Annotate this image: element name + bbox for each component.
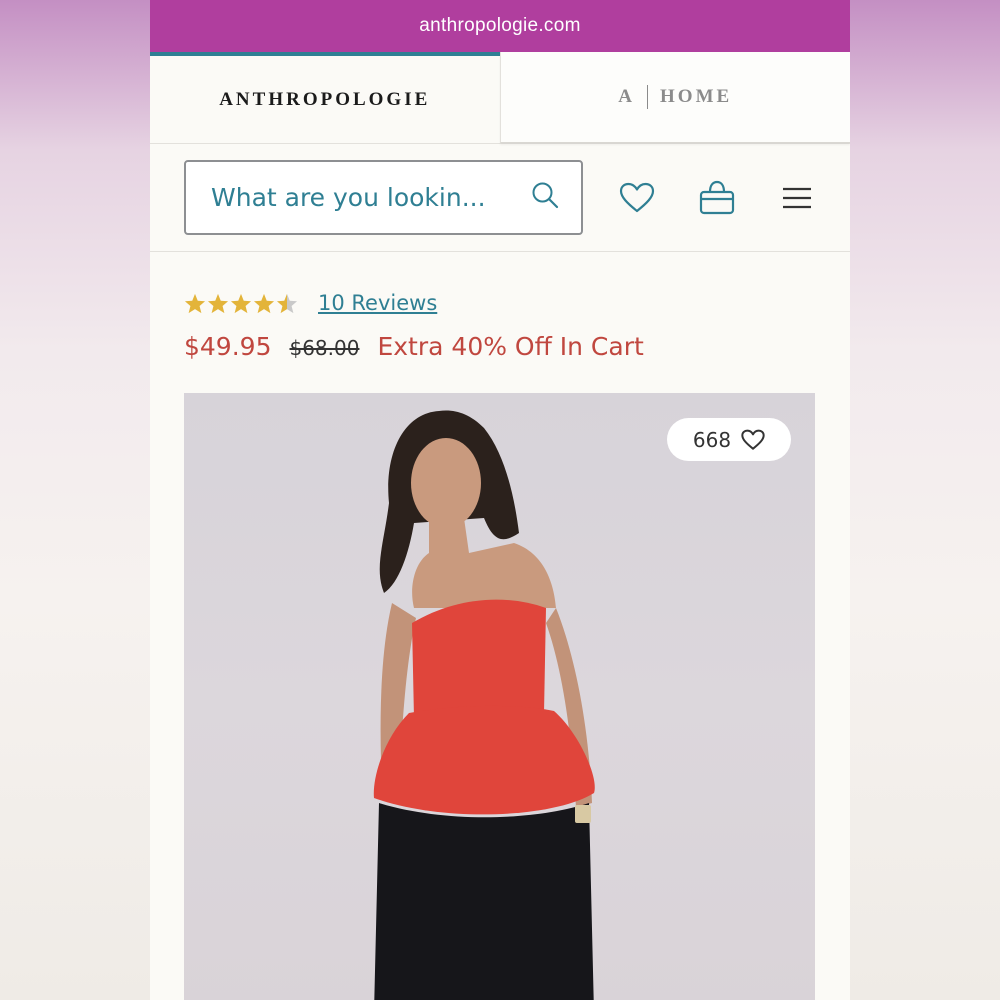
tab-home-label: HOME	[660, 86, 733, 107]
star-icon	[230, 293, 252, 313]
star-icon	[207, 293, 229, 313]
original-price: $68.00	[289, 336, 360, 360]
search-input[interactable]	[211, 183, 531, 212]
heart-icon[interactable]	[617, 178, 657, 218]
tab-anthropologie[interactable]: ANTHROPOLOGIE	[150, 52, 500, 143]
half-star-icon	[276, 293, 298, 313]
tab-a-label: A	[618, 86, 636, 107]
promo-text: Extra 40% Off In Cart	[377, 332, 644, 361]
tab-anthropologie-label: ANTHROPOLOGIE	[219, 88, 431, 110]
search-icon[interactable]	[531, 181, 559, 214]
menu-icon[interactable]	[777, 178, 817, 218]
url-bar[interactable]: anthropologie.com	[150, 0, 850, 52]
heart-outline-icon	[741, 429, 765, 450]
star-icon	[184, 293, 206, 313]
model-photo	[373, 410, 595, 1000]
like-count: 668	[692, 427, 732, 452]
brand-tabs: ANTHROPOLOGIE A HOME	[150, 52, 850, 144]
search-box[interactable]	[184, 160, 583, 235]
product-image[interactable]: 668	[184, 393, 815, 1000]
background-left	[0, 0, 150, 1000]
reviews-link[interactable]: 10 Reviews	[318, 291, 437, 315]
sale-price: $49.95	[184, 332, 272, 361]
url-text: anthropologie.com	[419, 15, 581, 36]
header-row	[150, 144, 850, 252]
like-pill[interactable]: 668	[667, 418, 791, 461]
shopping-bag-icon[interactable]	[697, 178, 737, 218]
price-row: $49.95 $68.00 Extra 40% Off In Cart	[150, 332, 850, 392]
header-icons	[617, 178, 817, 218]
rating-row: 10 Reviews	[150, 252, 850, 332]
star-rating	[184, 293, 298, 314]
tab-separator	[647, 85, 649, 109]
background-right	[850, 0, 1000, 1000]
tab-a-home[interactable]: A HOME	[499, 52, 850, 143]
phone-screen: anthropologie.com ANTHROPOLOGIE A HOME W…	[150, 0, 850, 1000]
star-icon	[253, 293, 275, 313]
